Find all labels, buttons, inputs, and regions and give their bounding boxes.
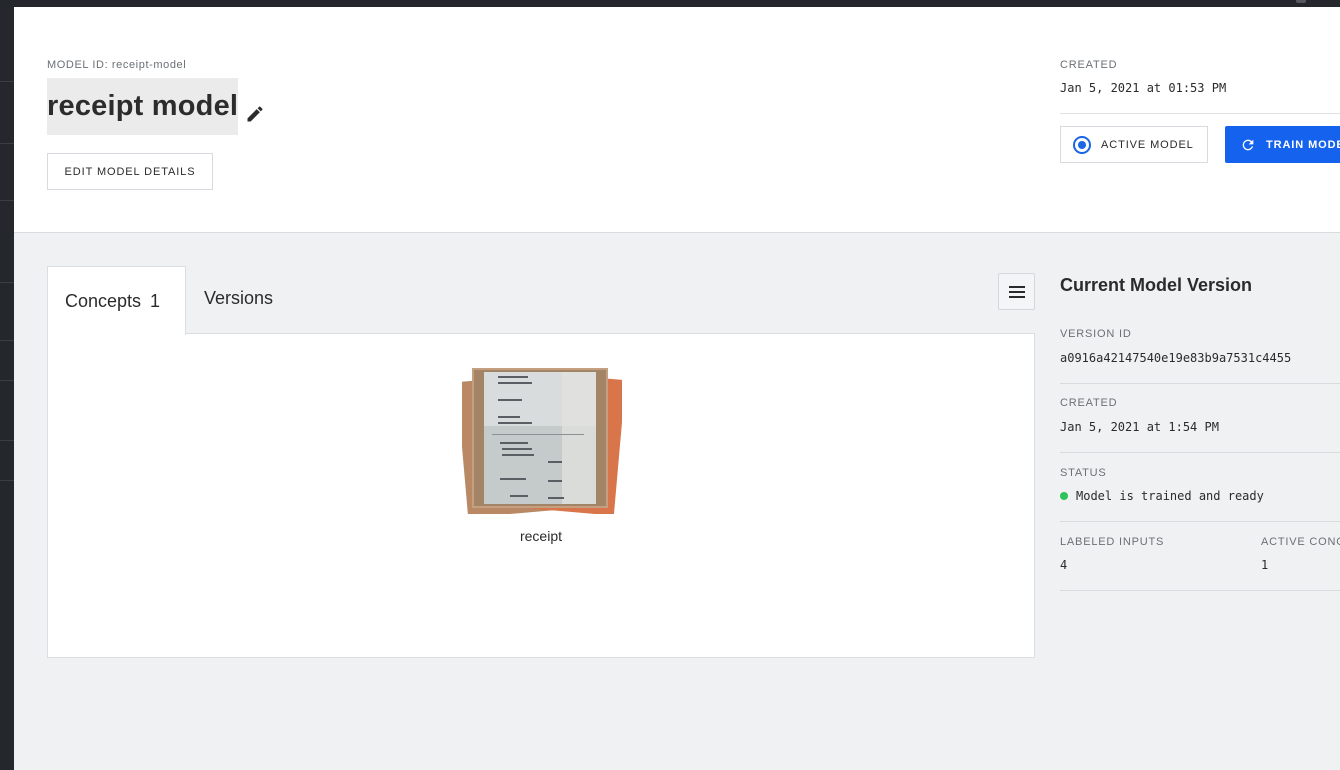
divider [1060, 113, 1340, 114]
active-model-label: ACTIVE MODEL [1101, 138, 1194, 151]
active-model-button[interactable]: ACTIVE MODEL [1060, 126, 1208, 163]
hamburger-menu-button[interactable] [998, 273, 1035, 310]
concept-thumbnail-receipt[interactable] [462, 362, 622, 514]
model-name[interactable]: receipt model [47, 92, 238, 121]
version-id-value: a0916a42147540e19e83b9a7531c4455 [1060, 351, 1292, 365]
model-name-container[interactable]: receipt model [47, 78, 239, 135]
divider [1060, 452, 1340, 453]
refresh-icon [1242, 139, 1254, 150]
edit-model-details-button[interactable]: EDIT MODEL DETAILS [47, 153, 213, 190]
labeled-inputs-value: 4 [1060, 558, 1068, 572]
concept-label[interactable]: receipt [490, 528, 592, 544]
train-model-label: TRAIN MODEL [1266, 138, 1340, 151]
tab-concepts-count: 1 [150, 290, 161, 311]
active-concepts-label: ACTIVE CONCEPTS [1261, 536, 1340, 548]
window-top-bar [0, 0, 1340, 7]
labeled-inputs-label: LABELED INPUTS [1060, 536, 1165, 548]
status-value: Model is trained and ready [1060, 489, 1264, 503]
status-dot-icon [1060, 491, 1068, 500]
radio-selected-icon [1073, 135, 1091, 154]
model-id-label: MODEL ID: receipt-model [47, 59, 187, 71]
window-handle [1296, 0, 1306, 3]
version-id-label: VERSION ID [1060, 328, 1132, 340]
version-created-value: Jan 5, 2021 at 1:54 PM [1060, 420, 1219, 434]
status-text: Model is trained and ready [1076, 489, 1264, 503]
created-label: CREATED [1060, 59, 1118, 71]
current-model-version-title: Current Model Version [1060, 275, 1253, 295]
tab-concepts[interactable]: Concepts 1 [47, 266, 186, 335]
divider [1060, 590, 1340, 591]
tab-concepts-label: Concepts [65, 290, 142, 311]
pencil-icon[interactable] [245, 104, 265, 124]
app-left-nav [0, 0, 14, 770]
active-concepts-value: 1 [1261, 558, 1269, 572]
model-header: MODEL ID: receipt-model receipt model ED… [14, 7, 1340, 233]
train-model-button[interactable]: TRAIN MODEL [1225, 126, 1340, 163]
version-created-label: CREATED [1060, 397, 1118, 409]
divider [1060, 383, 1340, 384]
status-label: STATUS [1060, 467, 1107, 479]
tab-versions[interactable]: Versions [204, 288, 273, 309]
created-value: Jan 5, 2021 at 01:53 PM [1060, 81, 1227, 95]
stacked-images-icon [462, 368, 622, 514]
hamburger-menu-icon [1008, 285, 1025, 298]
divider [1060, 521, 1340, 522]
